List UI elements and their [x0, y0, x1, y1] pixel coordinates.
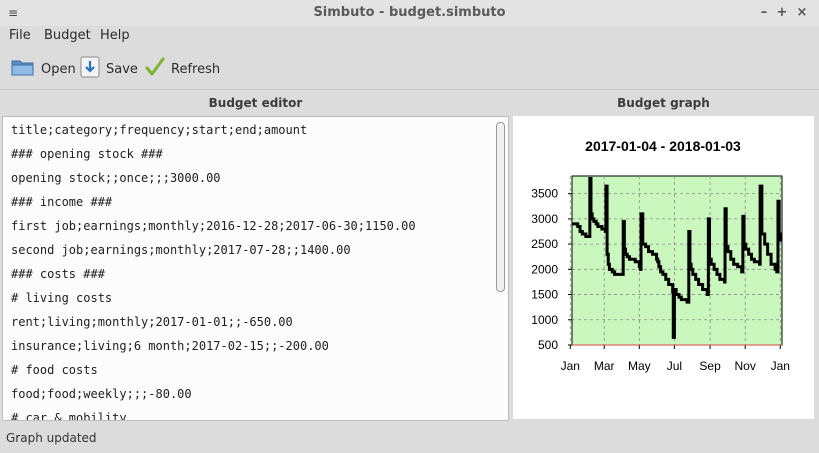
graph-header: Budget graph: [617, 96, 710, 110]
save-button[interactable]: Save: [80, 56, 138, 82]
budget-chart: 2017-01-04 - 2018-01-03 500 1000 1500 2000 25…: [531, 138, 790, 373]
y-tick-label: 1000: [531, 313, 558, 327]
editor-line: first job;earnings;monthly;2016-12-28;20…: [11, 219, 416, 233]
x-tick-label: Mar: [594, 359, 615, 373]
budget-editor[interactable]: title;category;frequency;start;end;amoun…: [2, 116, 509, 421]
y-tick-label: 2500: [531, 237, 558, 251]
chart-title: 2017-01-04 - 2018-01-03: [585, 138, 741, 154]
editor-scrollbar[interactable]: [496, 120, 505, 415]
close-button[interactable]: ×: [793, 4, 811, 22]
editor-line: rent;living;monthly;2017-01-01;;-650.00: [11, 315, 293, 329]
x-tick-label: Jan: [771, 359, 790, 373]
minimize-button[interactable]: –: [755, 4, 773, 22]
menu-file[interactable]: File: [9, 28, 31, 43]
x-tick-label: Jan: [561, 359, 580, 373]
editor-line: ### opening stock ###: [11, 147, 163, 161]
x-tick-label: Sep: [699, 359, 721, 373]
menu-help[interactable]: Help: [100, 28, 130, 43]
menu-budget[interactable]: Budget: [44, 28, 91, 43]
y-tick-label: 3500: [531, 187, 558, 201]
toolbar-separator: [0, 89, 819, 90]
open-button[interactable]: Open: [11, 57, 76, 81]
editor-line: # living costs: [11, 291, 113, 305]
x-tick-label: Jul: [667, 359, 682, 373]
status-bar: Graph updated: [0, 426, 819, 453]
status-text: Graph updated: [6, 431, 97, 445]
editor-line: title;category;frequency;start;end;amoun…: [11, 123, 308, 137]
editor-line: ### costs ###: [11, 267, 105, 281]
refresh-label: Refresh: [171, 61, 221, 77]
editor-line: opening stock;;once;;;3000.00: [11, 171, 221, 185]
folder-icon: [11, 57, 35, 81]
editor-line: second job;earnings;monthly;2017-07-28;;…: [11, 243, 351, 257]
x-tick-label: Nov: [735, 359, 756, 373]
x-tick-label: May: [628, 359, 651, 373]
editor-header: Budget editor: [208, 96, 303, 110]
save-download-icon: [80, 56, 100, 82]
y-tick-label: 1500: [531, 288, 558, 302]
editor-line: ### income ###: [11, 195, 113, 209]
editor-line: # food costs: [11, 363, 98, 377]
window-title: Simbuto - budget.simbuto: [313, 5, 506, 20]
refresh-button[interactable]: Refresh: [145, 57, 220, 81]
editor-line: # car & mobility: [11, 411, 127, 421]
maximize-button[interactable]: +: [773, 4, 791, 22]
menu-bar: File Budget Help: [0, 26, 819, 48]
toolbar: Open Save Refresh: [0, 48, 819, 90]
budget-graph-panel: 2017-01-04 - 2018-01-03 500 1000 1500 2000 25…: [513, 116, 814, 419]
save-label: Save: [106, 61, 138, 77]
y-tick-label: 3000: [531, 212, 558, 226]
scrollbar-thumb[interactable]: [496, 122, 505, 292]
y-tick-label: 2000: [531, 262, 558, 276]
open-label: Open: [41, 61, 76, 77]
y-tick-label: 500: [538, 338, 558, 352]
editor-line: insurance;living;6 month;2017-02-15;;-20…: [11, 339, 329, 353]
editor-line: food;food;weekly;;;-80.00: [11, 387, 192, 401]
checkmark-icon: [145, 57, 165, 81]
title-bar: ≡ Simbuto - budget.simbuto – + ×: [0, 0, 819, 27]
